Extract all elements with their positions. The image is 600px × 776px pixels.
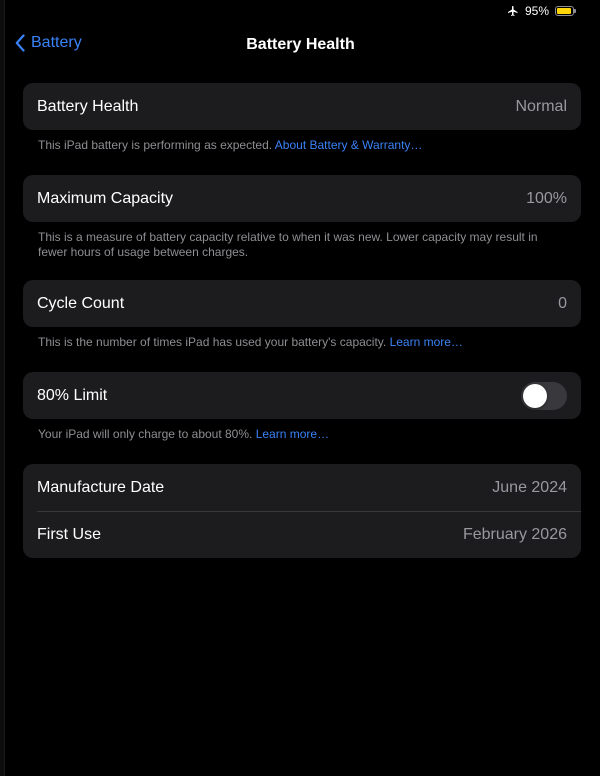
first-use-row: First Use February 2026: [37, 511, 581, 558]
manufacture-date-value: June 2024: [492, 478, 567, 496]
battery-health-label: Battery Health: [37, 97, 139, 115]
page-title: Battery Health: [246, 36, 355, 53]
cycle-count-footer: This is the number of times iPad has use…: [38, 335, 566, 350]
battery-health-footer-text: This iPad battery is performing as expec…: [38, 138, 275, 152]
battery-health-group: Battery Health Normal: [23, 83, 581, 130]
cycle-count-label: Cycle Count: [37, 294, 125, 312]
battery-percent: 95%: [524, 4, 549, 18]
maximum-capacity-footer: This is a measure of battery capacity re…: [38, 230, 538, 259]
charge-limit-toggle[interactable]: [521, 381, 567, 410]
battery-health-value: Normal: [515, 97, 567, 115]
charge-limit-label: 80% Limit: [37, 386, 108, 404]
cycle-count-footer-text: This is the number of times iPad has use…: [38, 335, 390, 349]
battery-health-footer: This iPad battery is performing as expec…: [38, 138, 566, 153]
maximum-capacity-label: Maximum Capacity: [37, 189, 174, 207]
charge-limit-group: 80% Limit: [23, 372, 581, 419]
dates-group: Manufacture Date June 2024 First Use Feb…: [23, 464, 581, 558]
status-bar: 95%: [507, 4, 576, 18]
first-use-value: February 2026: [462, 526, 567, 543]
about-battery-warranty-link[interactable]: About Battery & Warranty…: [275, 138, 423, 152]
maximum-capacity-group: Maximum Capacity 100%: [23, 175, 581, 222]
charge-limit-footer: Your iPad will only charge to about 80%.…: [38, 427, 566, 442]
maximum-capacity-row: Maximum Capacity 100%: [23, 175, 581, 222]
charge-limit-learn-more-link[interactable]: Learn more…: [256, 427, 329, 441]
cycle-count-learn-more-link[interactable]: Learn more…: [390, 335, 463, 349]
first-use-label: First Use: [37, 526, 101, 543]
airplane-icon: [507, 6, 518, 16]
cycle-count-row: Cycle Count 0: [23, 280, 581, 327]
battery-icon: [555, 6, 576, 16]
maximum-capacity-value: 100%: [526, 189, 567, 207]
charge-limit-footer-text: Your iPad will only charge to about 80%.: [38, 427, 256, 441]
cycle-count-value: 0: [558, 294, 567, 312]
navigation-bar: Battery Battery Health: [5, 32, 600, 58]
sidebar-edge: [0, 0, 5, 776]
battery-health-row: Battery Health Normal: [23, 83, 581, 130]
manufacture-date-row: Manufacture Date June 2024: [23, 464, 581, 511]
cycle-count-group: Cycle Count 0: [23, 280, 581, 327]
charge-limit-row: 80% Limit: [23, 372, 581, 419]
manufacture-date-label: Manufacture Date: [37, 478, 165, 496]
toggle-knob: [523, 383, 547, 408]
